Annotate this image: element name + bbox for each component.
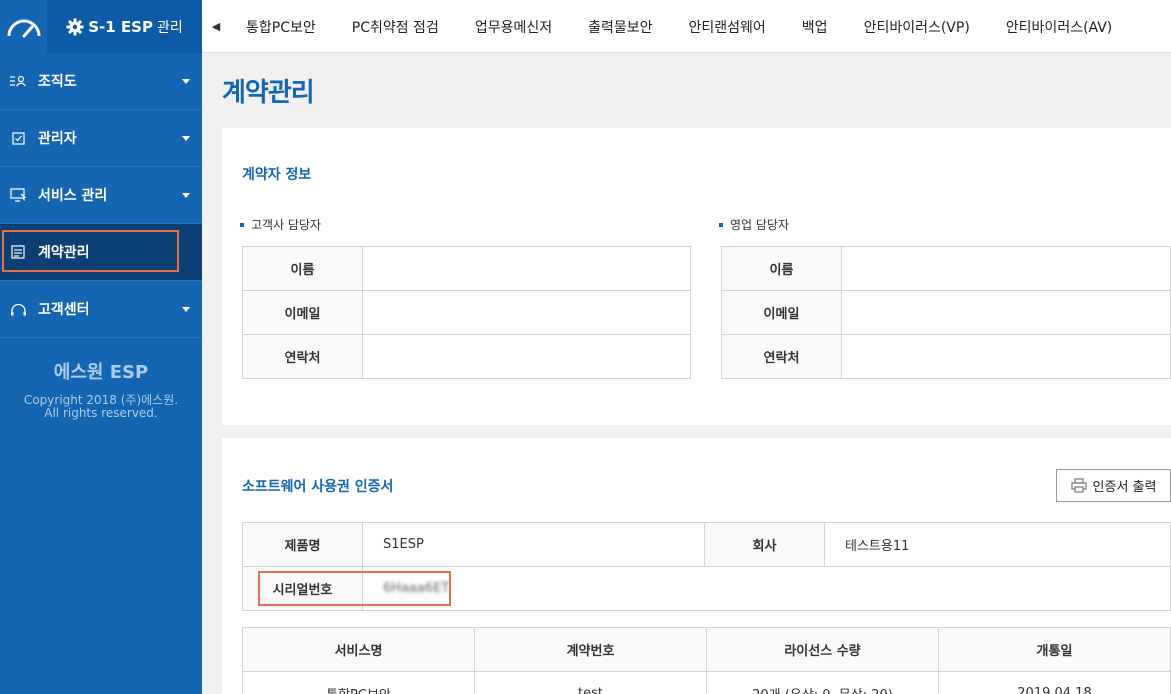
table-row: 이메일 bbox=[242, 290, 691, 335]
email-value bbox=[841, 290, 1171, 335]
customer-manager-label: 고객사 담당자 bbox=[240, 216, 321, 233]
print-certificate-button[interactable]: 인증서 출력 bbox=[1056, 469, 1171, 502]
caret-down-icon bbox=[182, 193, 190, 198]
top-bar: S-1 ESP 관리 ◀ 통합PC보안 PC취약점 점검 업무용메신저 출력물보… bbox=[0, 0, 1171, 53]
service-name-cell: 통합PC보안 bbox=[242, 671, 475, 694]
table-row: 이름 bbox=[242, 246, 691, 291]
table-row: 연락처 bbox=[242, 334, 691, 379]
headset-icon bbox=[9, 300, 27, 318]
checkbox-icon bbox=[9, 129, 27, 147]
contact-header: 연락처 bbox=[721, 334, 842, 379]
gauge-icon bbox=[7, 19, 40, 37]
customer-manager-table: 이름 이메일 연락처 bbox=[242, 246, 691, 379]
sales-manager-label: 영업 담당자 bbox=[719, 216, 789, 233]
contractor-info-card: 계약자 정보 고객사 담당자 영업 담당자 이름 이메일 연락처 이름 이메일 bbox=[222, 128, 1171, 425]
bullet-icon bbox=[240, 222, 244, 227]
gear-icon bbox=[66, 18, 84, 35]
tab-antivirus-vp[interactable]: 안티바이러스(VP) bbox=[846, 17, 988, 37]
company-header: 회사 bbox=[704, 522, 825, 567]
copyright-line: All rights reserved. bbox=[44, 406, 158, 420]
table-row: 이메일 bbox=[721, 290, 1171, 335]
service-table: 서비스명 계약번호 라이선스 수량 개통일 통합PC보안 test 20개 (유… bbox=[242, 627, 1171, 694]
column-header: 라이선스 수량 bbox=[706, 627, 939, 672]
product-name-header: 제품명 bbox=[242, 522, 363, 567]
label-text: 영업 담당자 bbox=[730, 218, 790, 232]
sidebar-item-label: 서비스 관리 bbox=[38, 188, 108, 204]
page-title: 계약관리 bbox=[222, 78, 315, 108]
serial-number-value: 6Haaa6ET bbox=[362, 566, 1171, 611]
copyright-text: Copyright 2018 (주)에스원. All rights reserv… bbox=[0, 394, 202, 420]
license-card: 소프트웨어 사용권 인증서 인증서 출력 제품명 S1ESP 회사 테스트용11… bbox=[222, 438, 1171, 694]
serial-highlight-box bbox=[258, 571, 451, 606]
tab-print-security[interactable]: 출력물보안 bbox=[570, 17, 670, 37]
footer-brand: 에스원 ESP bbox=[53, 362, 149, 383]
contact-value bbox=[841, 334, 1171, 379]
contact-value bbox=[362, 334, 691, 379]
org-chart-icon bbox=[9, 72, 27, 90]
table-row: 이름 bbox=[721, 246, 1171, 291]
email-header: 이메일 bbox=[242, 290, 363, 335]
button-label: 인증서 출력 bbox=[1092, 480, 1157, 495]
column-header: 서비스명 bbox=[242, 627, 475, 672]
brand-name: S-1 ESP bbox=[88, 17, 153, 36]
name-header: 이름 bbox=[721, 246, 842, 291]
tab-anti-ransomware[interactable]: 안티랜섬웨어 bbox=[671, 17, 784, 37]
name-value bbox=[362, 246, 691, 291]
sidebar-item-label: 고객센터 bbox=[38, 302, 90, 318]
license-quantity-cell: 20개 (유상: 0, 무상: 20) bbox=[706, 671, 939, 694]
tab-pc-vulnerability[interactable]: PC취약점 점검 bbox=[334, 17, 457, 37]
contract-number-cell: test bbox=[474, 671, 707, 694]
bullet-icon bbox=[719, 222, 723, 227]
tab-messenger[interactable]: 업무용메신저 bbox=[457, 17, 570, 37]
column-header: 계약번호 bbox=[474, 627, 707, 672]
email-header: 이메일 bbox=[721, 290, 842, 335]
name-value bbox=[841, 246, 1171, 291]
sidebar-footer: 에스원 ESP Copyright 2018 (주)에스원. All right… bbox=[0, 338, 202, 420]
caret-left-icon: ◀ bbox=[211, 20, 221, 33]
email-value bbox=[362, 290, 691, 335]
tab-backup[interactable]: 백업 bbox=[784, 17, 846, 37]
tab-integrated-pc-security[interactable]: 통합PC보안 bbox=[228, 17, 334, 37]
caret-down-icon bbox=[182, 136, 190, 141]
sidebar-item-admin[interactable]: 관리자 bbox=[0, 110, 202, 167]
table-header-row: 서비스명 계약번호 라이선스 수량 개통일 bbox=[242, 627, 1171, 672]
sales-manager-table: 이름 이메일 연락처 bbox=[721, 246, 1171, 379]
product-name-value: S1ESP bbox=[362, 522, 705, 567]
column-header: 개통일 bbox=[938, 627, 1171, 672]
sidebar-item-service-management[interactable]: 서비스 관리 bbox=[0, 167, 202, 224]
company-value: 테스트용11 bbox=[824, 522, 1171, 567]
table-row: 연락처 bbox=[721, 334, 1171, 379]
label-text: 고객사 담당자 bbox=[251, 218, 322, 232]
table-row: 통합PC보안 test 20개 (유상: 0, 무상: 20) 2019.04.… bbox=[242, 671, 1171, 694]
sidebar-item-customer-center[interactable]: 고객센터 bbox=[0, 281, 202, 338]
sidebar-item-label: 관리자 bbox=[38, 131, 77, 147]
sidebar-item-contract-management[interactable]: 계약관리 bbox=[0, 224, 202, 281]
brand-suffix: 관리 bbox=[156, 19, 183, 36]
tab-antivirus-av[interactable]: 안티바이러스(AV) bbox=[988, 17, 1130, 37]
nav-prev-button[interactable]: ◀ bbox=[206, 0, 226, 53]
sidebar-item-label: 조직도 bbox=[38, 74, 77, 90]
section-title: 소프트웨어 사용권 인증서 bbox=[242, 479, 394, 495]
sidebar-item-org-chart[interactable]: 조직도 bbox=[0, 53, 202, 110]
name-header: 이름 bbox=[242, 246, 363, 291]
table-row: 제품명 S1ESP 회사 테스트용11 bbox=[242, 522, 1171, 567]
activation-date-cell: 2019.04.18 bbox=[938, 671, 1171, 694]
caret-down-icon bbox=[182, 79, 190, 84]
brand-logo[interactable]: S-1 ESP 관리 bbox=[47, 0, 202, 53]
highlight-box bbox=[2, 230, 179, 272]
monitor-icon bbox=[9, 186, 27, 204]
sidebar: 조직도 관리자 서비스 관리 계약관리 고객센터 에스원 ESP Copyrig… bbox=[0, 53, 202, 694]
dashboard-button[interactable] bbox=[0, 0, 47, 53]
contact-header: 연락처 bbox=[242, 334, 363, 379]
printer-icon bbox=[1070, 478, 1087, 493]
section-title: 계약자 정보 bbox=[242, 167, 312, 183]
caret-down-icon bbox=[182, 307, 190, 312]
top-nav: 통합PC보안 PC취약점 점검 업무용메신저 출력물보안 안티랜섬웨어 백업 안… bbox=[228, 0, 1130, 53]
